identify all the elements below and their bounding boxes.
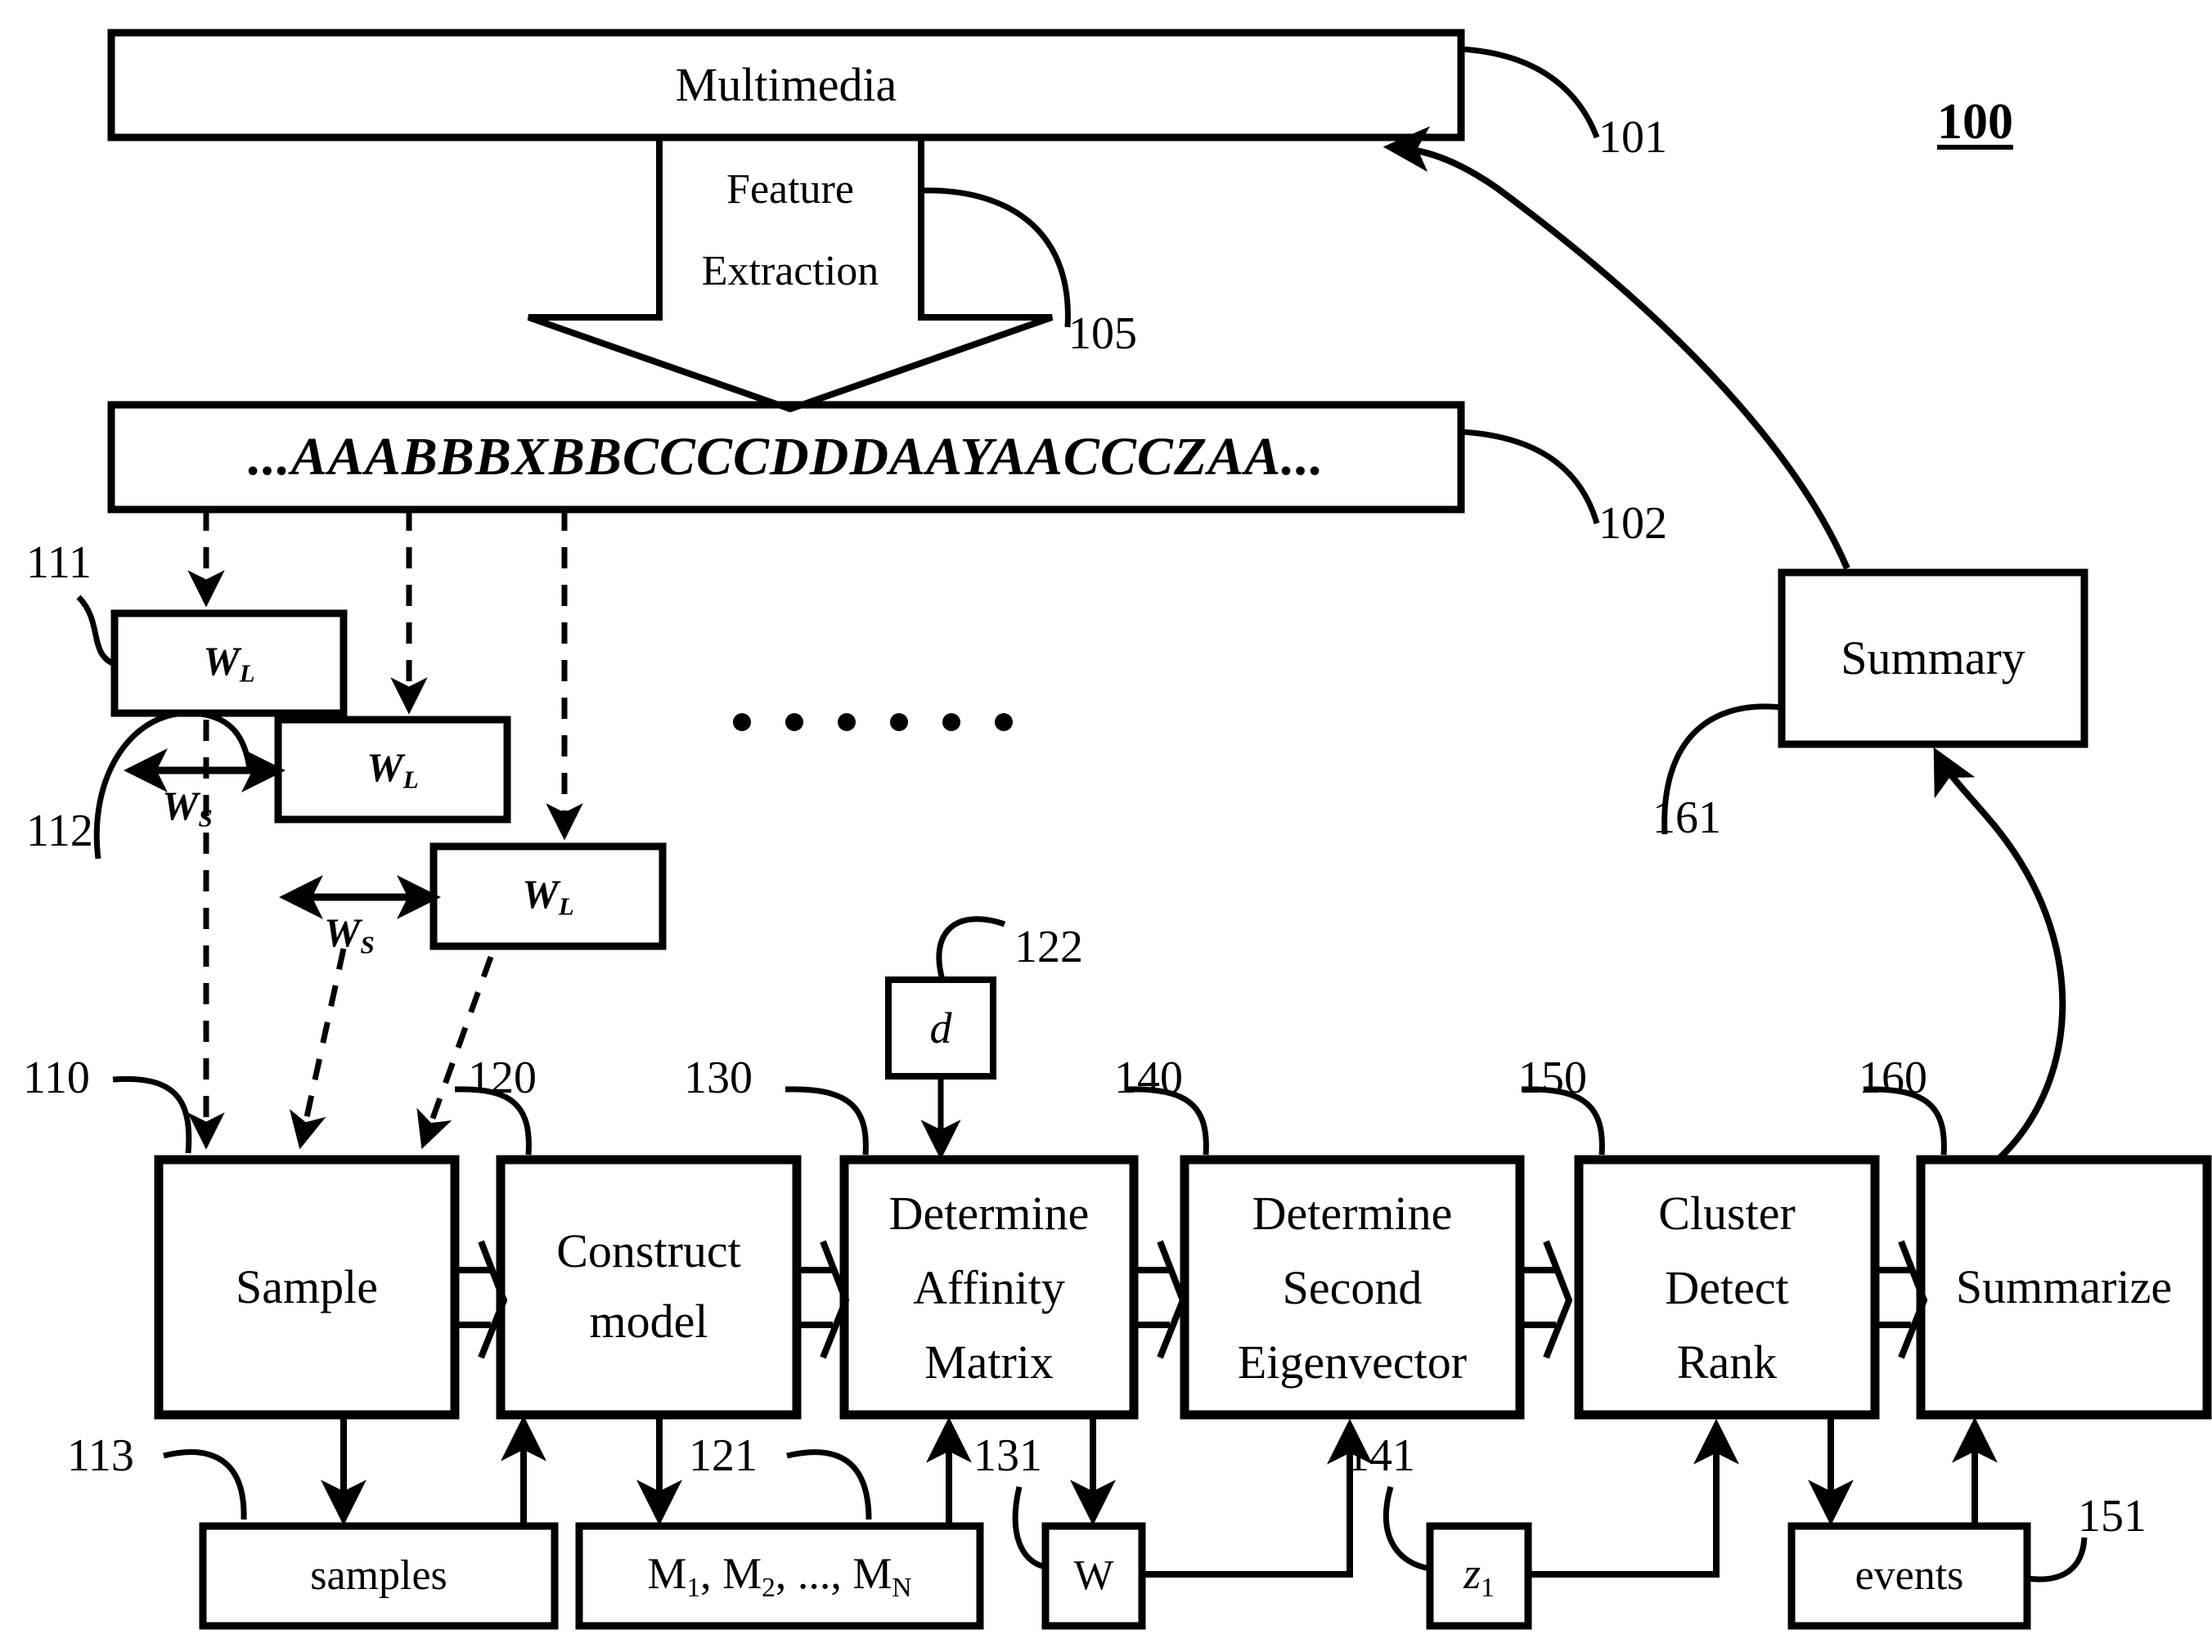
pipeline-connector-affinity-eigen bbox=[1134, 1240, 1187, 1359]
ref-141: 141 bbox=[1347, 1430, 1415, 1481]
ref-151: 151 bbox=[2078, 1491, 2147, 1542]
multimedia-box bbox=[107, 29, 1465, 141]
sample-box bbox=[154, 1155, 460, 1420]
determine-affinity-matrix-box bbox=[839, 1155, 1139, 1420]
leader-110 bbox=[112, 1075, 192, 1154]
summary-box bbox=[1778, 568, 2088, 748]
dashed-line-w3-to-sample bbox=[416, 955, 494, 1150]
eigenvector-z-box bbox=[1426, 1522, 1532, 1630]
ref-140: 140 bbox=[1114, 1053, 1183, 1103]
arrow-summarize-to-summary bbox=[1933, 747, 2066, 1164]
window-long-box-2 bbox=[274, 716, 511, 824]
window-long-box-3 bbox=[429, 842, 667, 950]
figure-vector-layer bbox=[76, 29, 2212, 1630]
models-box bbox=[575, 1522, 984, 1630]
d-parameter-box bbox=[885, 976, 996, 1080]
leader-105 bbox=[920, 187, 1071, 328]
leader-141 bbox=[1382, 1486, 1431, 1572]
summarize-box bbox=[1916, 1155, 2212, 1420]
leader-131 bbox=[1012, 1486, 1046, 1570]
ref-105: 105 bbox=[1068, 308, 1137, 359]
leader-101 bbox=[1460, 46, 1600, 139]
determine-second-eigenvector-box bbox=[1180, 1155, 1525, 1420]
ref-161: 161 bbox=[1652, 792, 1721, 843]
window-long-box-1 bbox=[110, 609, 348, 717]
leader-130 bbox=[785, 1086, 869, 1156]
ref-120: 120 bbox=[468, 1053, 537, 1103]
events-box bbox=[1787, 1522, 2031, 1630]
leader-151 bbox=[2026, 1537, 2088, 1582]
ref-130: 130 bbox=[684, 1053, 753, 1103]
ref-113: 113 bbox=[67, 1430, 134, 1481]
figure-number: 100 bbox=[1937, 94, 2013, 150]
cluster-detect-rank-box bbox=[1574, 1155, 1880, 1420]
arrow-w-to-eigenvector bbox=[1142, 1418, 1373, 1578]
ref-131: 131 bbox=[973, 1430, 1042, 1481]
symbol-sequence-box bbox=[107, 401, 1465, 514]
leader-121 bbox=[786, 1449, 872, 1520]
patent-figure-canvas: 100 Multimedia Feature Extraction ...AAA… bbox=[0, 0, 2212, 1652]
ref-122: 122 bbox=[1014, 922, 1083, 972]
window-shift-label-1: WS bbox=[162, 783, 213, 833]
ref-150: 150 bbox=[1518, 1053, 1587, 1103]
ref-111: 111 bbox=[26, 537, 92, 588]
ref-101: 101 bbox=[1598, 112, 1667, 163]
ref-112: 112 bbox=[26, 806, 93, 856]
window-shift-label-2: WS bbox=[324, 909, 375, 959]
arrow-z1-to-cluster bbox=[1528, 1418, 1739, 1578]
leader-111 bbox=[76, 595, 116, 667]
samples-box bbox=[199, 1522, 559, 1630]
leader-113 bbox=[163, 1449, 247, 1520]
dashed-line-w2-to-sample bbox=[289, 948, 347, 1150]
construct-model-box bbox=[496, 1155, 802, 1420]
ref-160: 160 bbox=[1859, 1053, 1927, 1103]
ref-102: 102 bbox=[1598, 498, 1667, 549]
ref-121: 121 bbox=[689, 1430, 758, 1481]
feature-extraction-arrow bbox=[527, 134, 1054, 413]
pipeline-connector-construct-affinity bbox=[797, 1240, 850, 1359]
affinity-w-box bbox=[1041, 1522, 1146, 1630]
leader-102 bbox=[1460, 429, 1600, 524]
leader-122 bbox=[936, 916, 1006, 981]
pipeline-connector-eigen-cluster bbox=[1520, 1240, 1573, 1359]
ref-110: 110 bbox=[23, 1053, 90, 1103]
